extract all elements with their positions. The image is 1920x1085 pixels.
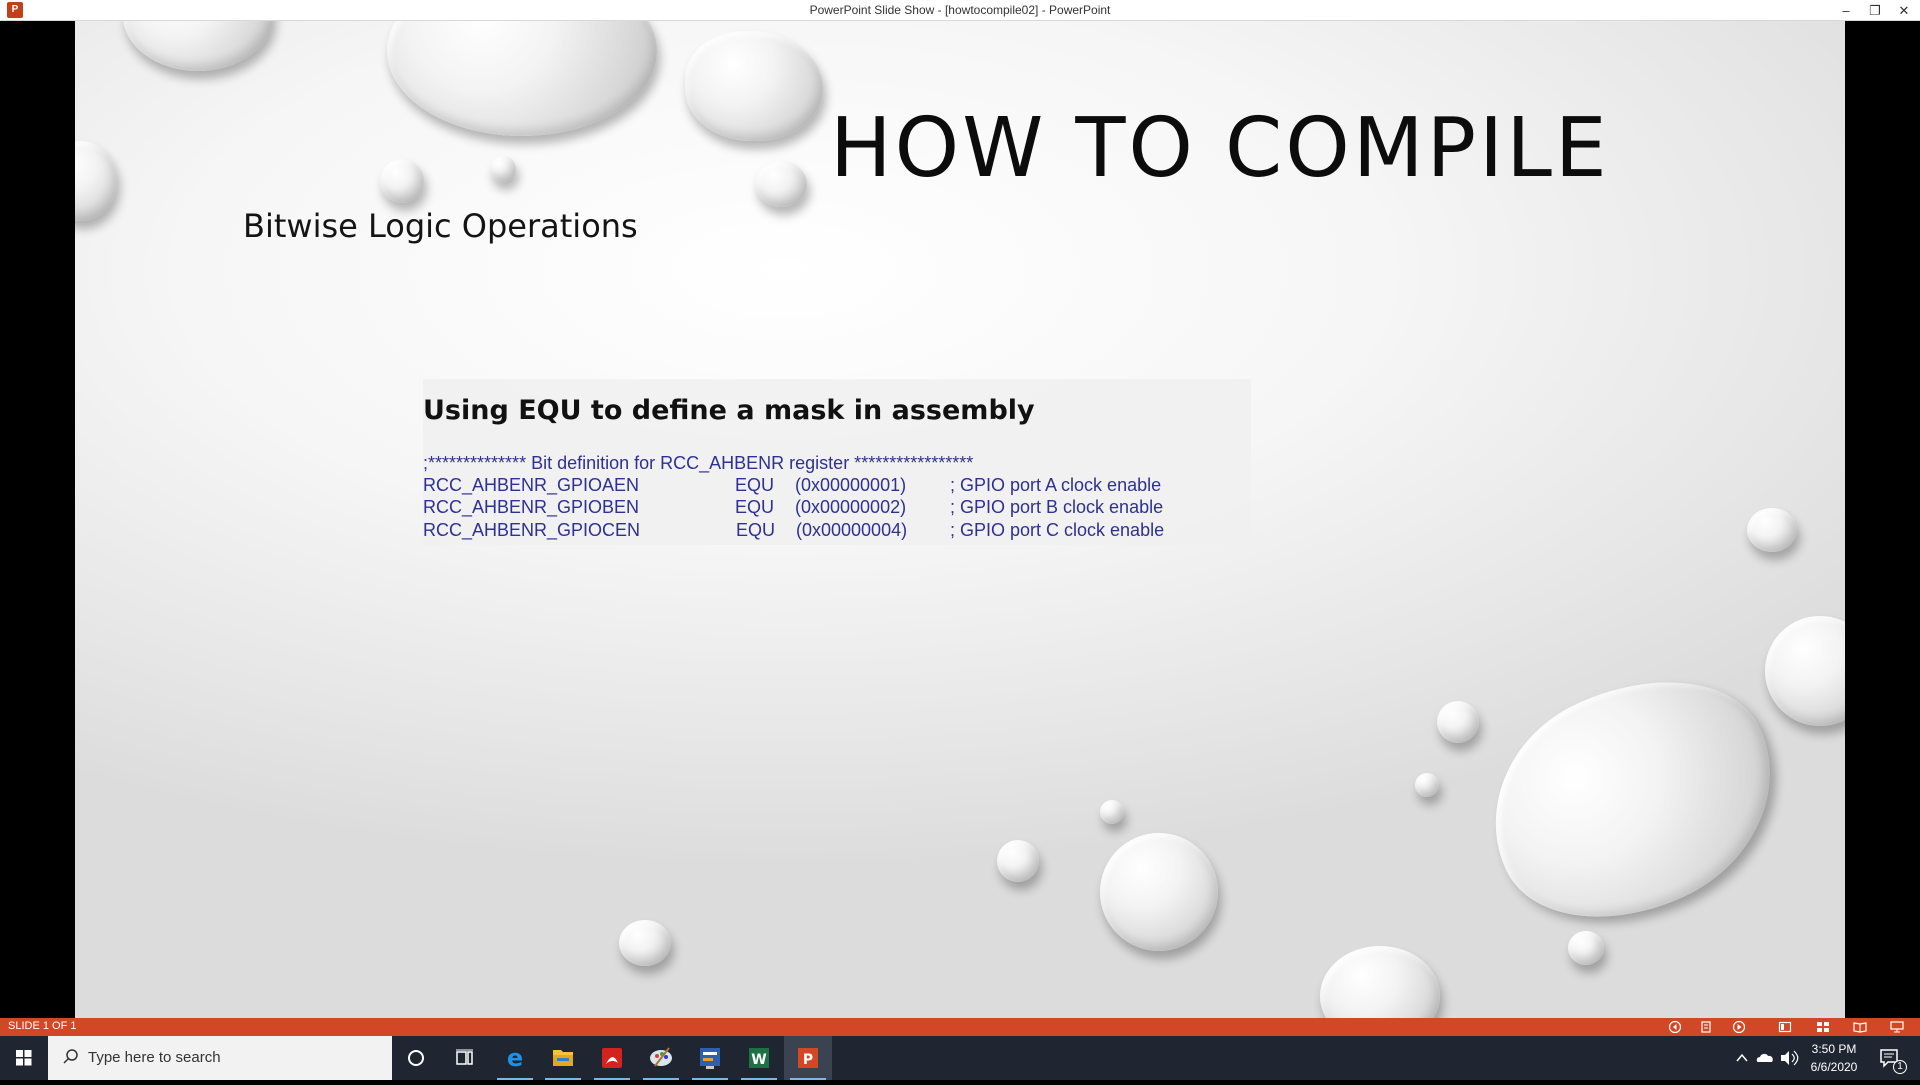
water-droplet [1100, 833, 1218, 951]
water-droplet [490, 156, 516, 182]
water-droplet [685, 31, 823, 141]
code-line: RCC_AHBENR_GPIOBEN EQU (0x00000002) ; GP… [423, 497, 1223, 519]
slideshow-status-bar: SLIDE 1 OF 1 [0, 1018, 1920, 1036]
keil-icon[interactable] [686, 1036, 734, 1080]
code-comment: ; GPIO port A clock enable [950, 475, 1162, 495]
water-droplet [1568, 931, 1604, 965]
water-droplet [380, 159, 424, 203]
water-droplet [1437, 701, 1479, 743]
notification-count: 1 [1893, 1060, 1907, 1074]
code-comment-line: ;************** Bit definition for RCC_A… [423, 453, 974, 473]
window-title-bar: P PowerPoint Slide Show - [howtocompile0… [0, 0, 1920, 21]
start-button[interactable] [0, 1036, 48, 1080]
slide-title: HOW TO COMPILE [830, 101, 1610, 196]
clock-date: 6/6/2020 [1810, 1060, 1858, 1074]
water-droplet [1415, 773, 1439, 797]
restore-button[interactable]: ❐ [1861, 0, 1889, 21]
windows-logo-icon [16, 1050, 32, 1066]
slide-sorter-icon[interactable] [1816, 1020, 1830, 1034]
code-value: (0x00000001) [795, 475, 907, 495]
water-droplet [1100, 800, 1124, 824]
show-hidden-icons-icon[interactable] [1732, 1036, 1752, 1080]
play-icon[interactable] [1732, 1020, 1746, 1034]
onedrive-icon[interactable] [1754, 1036, 1776, 1080]
previous-icon[interactable] [1668, 1020, 1682, 1034]
excel-app-icon[interactable]: W [735, 1036, 783, 1080]
action-center-icon[interactable]: 1 [1876, 1036, 1907, 1080]
search-icon [63, 1049, 78, 1064]
water-droplet [755, 161, 807, 207]
code-symbol: RCC_AHBENR_GPIOBEN [423, 497, 640, 517]
water-droplet [997, 840, 1039, 882]
normal-view-icon[interactable] [1778, 1020, 1792, 1034]
system-clock[interactable]: 3:50 PM 6/6/2020 [1803, 1040, 1865, 1076]
slide-indicator: SLIDE 1 OF 1 [8, 1020, 77, 1032]
code-value: (0x00000002) [795, 497, 907, 517]
search-placeholder: Type here to search [88, 1049, 221, 1066]
minimize-button[interactable]: – [1832, 0, 1860, 21]
water-droplet [1455, 638, 1811, 960]
code-comment: ; GPIO port B clock enable [950, 497, 1164, 517]
water-droplet [1765, 616, 1845, 726]
volume-icon[interactable] [1778, 1036, 1800, 1080]
code-symbol: RCC_AHBENR_GPIOAEN [423, 475, 640, 495]
taskbar-search-box[interactable]: Type here to search [48, 1036, 392, 1080]
slideshow-icon[interactable] [1890, 1020, 1904, 1034]
close-button[interactable]: ✕ [1890, 0, 1918, 21]
window-title: PowerPoint Slide Show - [howtocompile02]… [809, 3, 1111, 17]
code-directive: EQU [735, 497, 775, 517]
code-line: RCC_AHBENR_GPIOAEN EQU (0x00000001) ; GP… [423, 475, 1223, 497]
file-explorer-icon[interactable] [539, 1036, 587, 1080]
windows-taskbar: Type here to search e W P 3:50 PM 6/6/20… [0, 1036, 1920, 1080]
slide-subtitle: Bitwise Logic Operations [243, 207, 638, 245]
slide[interactable]: HOW TO COMPILE Bitwise Logic Operations … [75, 21, 1845, 1018]
slideshow-area: HOW TO COMPILE Bitwise Logic Operations … [0, 21, 1920, 1018]
powerpoint-icon[interactable]: P [784, 1036, 832, 1080]
water-droplet [1320, 946, 1440, 1018]
code-value: (0x00000004) [796, 520, 908, 540]
paint-icon[interactable] [637, 1036, 685, 1080]
reading-view-icon[interactable] [1853, 1020, 1867, 1034]
svg-text:P: P [803, 1052, 813, 1068]
code-directive: EQU [736, 520, 776, 540]
code-heading: Using EQU to define a mask in assembly [423, 395, 1035, 426]
edge-icon[interactable]: e [491, 1036, 539, 1080]
water-droplet [387, 21, 657, 136]
cortana-icon[interactable] [392, 1036, 440, 1080]
notes-icon[interactable] [1699, 1020, 1713, 1034]
water-droplet [75, 141, 117, 221]
task-view-icon[interactable] [440, 1036, 488, 1080]
svg-text:e: e [507, 1044, 523, 1072]
code-comment: ; GPIO port C clock enable [950, 520, 1165, 540]
water-droplet [123, 21, 273, 71]
water-droplet [619, 920, 671, 966]
water-droplet [1747, 508, 1797, 552]
clock-time: 3:50 PM [1811, 1042, 1857, 1056]
acrobat-icon[interactable] [588, 1036, 636, 1080]
code-symbol: RCC_AHBENR_GPIOCEN [423, 520, 641, 540]
code-directive: EQU [735, 475, 775, 495]
code-line: RCC_AHBENR_GPIOCEN EQU (0x00000004) ; GP… [423, 520, 1223, 542]
svg-text:W: W [751, 1052, 766, 1068]
